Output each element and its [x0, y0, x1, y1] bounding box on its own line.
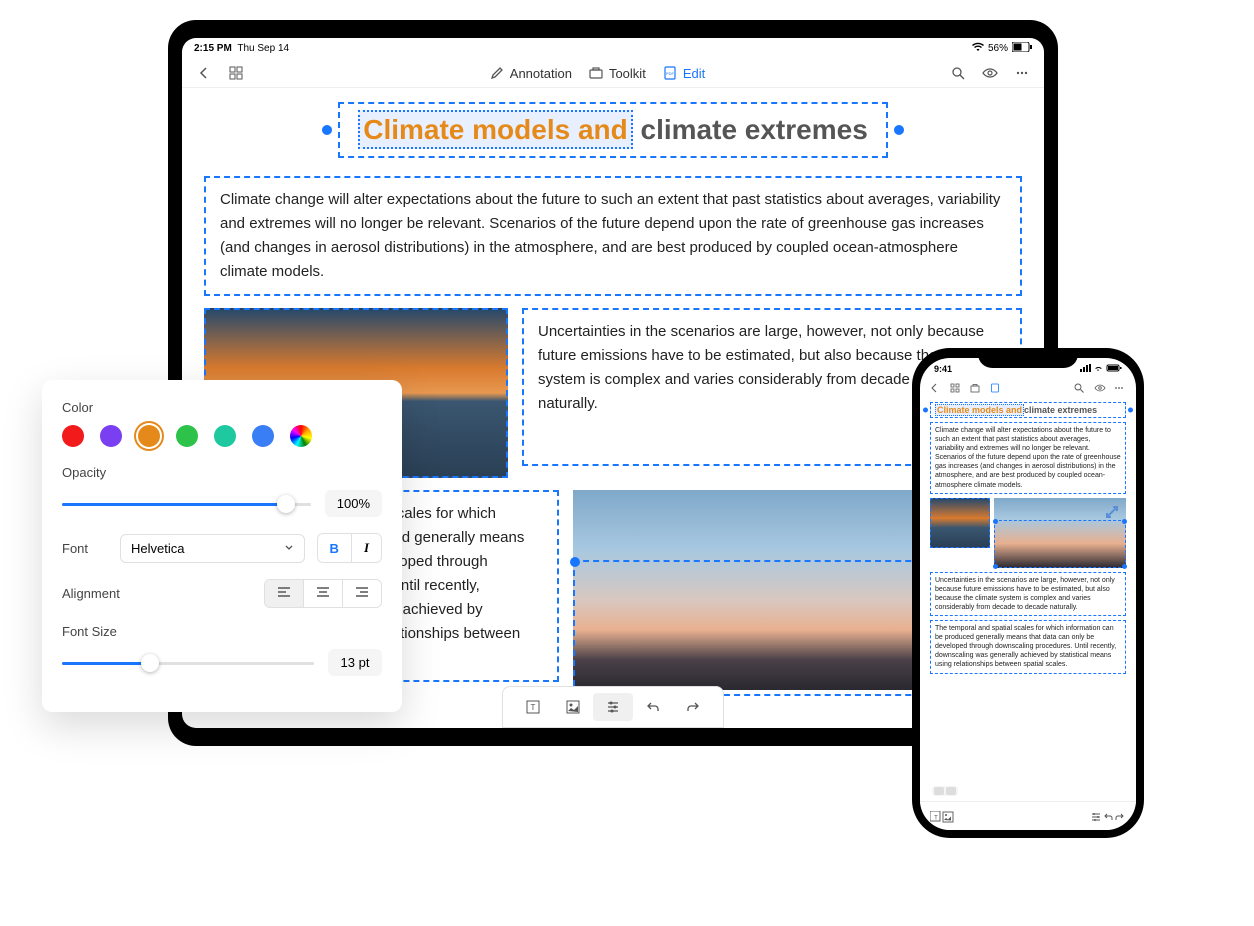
phone-para-3[interactable]: The temporal and spatial scales for whic…: [930, 620, 1126, 673]
phone-text-tool[interactable]: T: [930, 810, 942, 822]
tab-annotation[interactable]: Annotation: [489, 65, 572, 81]
phone-search-icon[interactable]: [1074, 380, 1086, 392]
phone-status-icons: [1080, 364, 1122, 374]
phone-title-block[interactable]: Climate models andclimate extremes: [930, 402, 1126, 418]
color-swatches: [62, 425, 382, 447]
pdf-icon: PDF: [662, 65, 678, 81]
svg-text:PDF: PDF: [666, 71, 675, 76]
selection-handle[interactable]: [1122, 519, 1127, 524]
title-rest-text[interactable]: climate extremes: [633, 114, 868, 145]
tab-toolkit-label: Toolkit: [609, 66, 646, 81]
image-tool-button[interactable]: [553, 693, 593, 721]
text-tool-button[interactable]: T: [513, 693, 553, 721]
svg-text:T: T: [531, 703, 536, 712]
italic-button[interactable]: I: [352, 534, 381, 562]
selection-handle[interactable]: [993, 519, 998, 524]
phone-grid-icon[interactable]: [950, 380, 962, 392]
align-center-button[interactable]: [304, 580, 343, 607]
bottom-toolbar: T: [502, 686, 724, 728]
tab-annotation-label: Annotation: [510, 66, 572, 81]
phone-bottom-toolbar: T: [920, 801, 1136, 830]
alignment-label: Alignment: [62, 586, 120, 601]
font-value: Helvetica: [131, 541, 184, 556]
opacity-value: 100%: [325, 490, 382, 517]
align-left-button[interactable]: [265, 580, 304, 607]
phone-para-2[interactable]: Uncertainties in the scenarios are large…: [930, 572, 1126, 616]
inspector-panel: Color Opacity 100% Font Helvetica B I Al…: [42, 380, 402, 712]
wifi-icon: [972, 42, 984, 55]
tab-toolkit[interactable]: Toolkit: [588, 65, 646, 81]
color-blue[interactable]: [252, 425, 274, 447]
redo-button[interactable]: [673, 693, 713, 721]
phone-more-icon[interactable]: [1114, 380, 1126, 392]
status-date: Thu Sep 14: [237, 43, 289, 54]
tab-edit[interactable]: PDF Edit: [662, 65, 705, 81]
phone-undo[interactable]: [1102, 810, 1114, 822]
fontsize-value: 13 pt: [328, 649, 382, 676]
phone-document: Climate models andclimate extremes Clima…: [920, 396, 1136, 684]
title-block[interactable]: Climate models and climate extremes: [338, 102, 888, 158]
color-green[interactable]: [176, 425, 198, 447]
battery-label: 56%: [988, 43, 1008, 54]
phone-image-sunset[interactable]: [930, 498, 990, 548]
phone-back-icon[interactable]: [930, 380, 942, 392]
phone-title-selected[interactable]: Climate models and: [935, 404, 1024, 416]
phone-pdf-icon[interactable]: [990, 380, 1002, 392]
color-teal[interactable]: [214, 425, 236, 447]
phone-toolbar: [920, 376, 1136, 396]
fontsize-label: Font Size: [62, 624, 382, 639]
color-purple[interactable]: [100, 425, 122, 447]
selection-handle[interactable]: [1122, 564, 1127, 569]
phone-sliders-tool[interactable]: [1090, 810, 1102, 822]
phone-selection-box[interactable]: [994, 520, 1126, 568]
selection-handle[interactable]: [570, 557, 580, 567]
opacity-label: Opacity: [62, 465, 382, 480]
phone-para-1[interactable]: Climate change will alter expectations a…: [930, 422, 1126, 494]
paragraph-1[interactable]: Climate change will alter expectations a…: [204, 176, 1022, 296]
chevron-down-icon: [284, 541, 294, 556]
pencil-icon: [489, 65, 505, 81]
selection-handle[interactable]: [993, 564, 998, 569]
phone-title-rest[interactable]: climate extremes: [1024, 405, 1097, 415]
color-picker[interactable]: [290, 425, 312, 447]
battery-icon: [1012, 42, 1032, 55]
style-buttons: B I: [317, 533, 382, 563]
phone-status-time: 9:41: [934, 364, 952, 374]
phone-image-tool[interactable]: [942, 810, 954, 822]
title-selected-text[interactable]: Climate models and: [358, 110, 633, 149]
bold-button[interactable]: B: [318, 534, 352, 562]
phone-briefcase-icon[interactable]: [970, 380, 982, 392]
color-label: Color: [62, 400, 382, 415]
phone-resize-arrow-icon: [1104, 504, 1120, 520]
more-icon[interactable]: [1014, 65, 1030, 81]
phone-redo[interactable]: [1114, 810, 1126, 822]
sliders-tool-button[interactable]: [593, 693, 633, 721]
app-toolbar: Annotation Toolkit PDF Edit: [182, 59, 1044, 88]
alignment-buttons: [264, 579, 382, 608]
font-select[interactable]: Helvetica: [120, 534, 305, 563]
briefcase-icon: [588, 65, 604, 81]
undo-button[interactable]: [633, 693, 673, 721]
phone-screen: 9:41 Climate models andclimate extremes …: [920, 358, 1136, 830]
font-label: Font: [62, 541, 108, 556]
status-bar: 2:15 PM Thu Sep 14 56%: [182, 38, 1044, 59]
phone-mini-toolbar: [932, 786, 958, 796]
svg-text:T: T: [934, 816, 938, 822]
color-orange[interactable]: [138, 425, 160, 447]
phone-eye-icon[interactable]: [1094, 380, 1106, 392]
phone-notch: [978, 348, 1078, 368]
color-red[interactable]: [62, 425, 84, 447]
back-icon[interactable]: [196, 65, 212, 81]
tab-edit-label: Edit: [683, 66, 705, 81]
search-icon[interactable]: [950, 65, 966, 81]
grid-icon[interactable]: [228, 65, 244, 81]
align-right-button[interactable]: [343, 580, 381, 607]
opacity-slider[interactable]: [62, 501, 311, 507]
phone-frame: 9:41 Climate models andclimate extremes …: [912, 348, 1144, 838]
eye-icon[interactable]: [982, 65, 998, 81]
status-time: 2:15 PM: [194, 43, 232, 54]
phone-image-clouds[interactable]: [994, 498, 1126, 568]
fontsize-slider[interactable]: [62, 660, 314, 666]
